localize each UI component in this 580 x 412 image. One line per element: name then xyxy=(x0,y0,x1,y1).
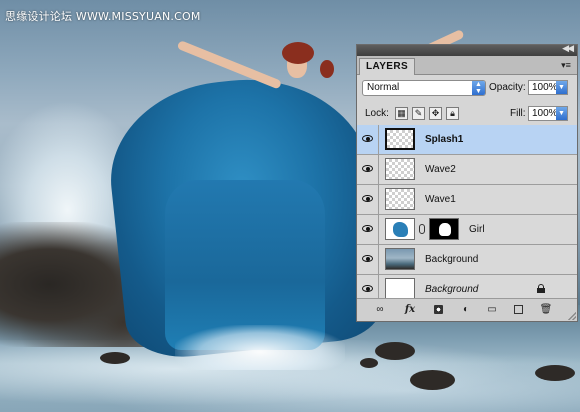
opacity-value: 100% xyxy=(532,82,558,93)
layers-list: Splash1 Wave2 Wave1 Girl Background Back… xyxy=(357,125,577,305)
lock-image-pixels-icon[interactable]: ✎ xyxy=(412,107,425,120)
layer-name: Background xyxy=(425,254,479,265)
layer-thumbnail xyxy=(385,158,415,180)
fill-label: Fill: xyxy=(510,108,526,119)
visibility-eye-icon[interactable] xyxy=(357,155,379,184)
layer-name: Splash1 xyxy=(425,134,464,145)
layer-row-splash1[interactable]: Splash1 xyxy=(357,125,577,155)
new-group-icon[interactable]: ▭ xyxy=(485,303,499,317)
layer-name: Girl xyxy=(469,224,485,235)
opacity-input[interactable]: 100% ▼ xyxy=(528,80,568,95)
rock xyxy=(535,365,575,381)
layer-row-background-copy[interactable]: Background xyxy=(357,245,577,275)
panel-footer: ∞ fx ◐ ▭ 🗑︎ xyxy=(357,298,577,321)
layer-lock-icon xyxy=(537,284,545,293)
opacity-label: Opacity: xyxy=(489,82,526,93)
lock-transparent-pixels-icon[interactable]: ▦ xyxy=(395,107,408,120)
layer-name: Wave2 xyxy=(425,164,456,175)
rock xyxy=(410,370,455,390)
layer-thumbnail xyxy=(385,128,415,150)
mask-link-icon[interactable] xyxy=(419,224,425,234)
panel-titlebar[interactable]: ◀◀ xyxy=(357,43,577,56)
layer-thumbnail xyxy=(385,188,415,210)
panel-tab-row: LAYERS ▾≡ xyxy=(357,56,577,75)
link-layers-icon[interactable]: ∞ xyxy=(373,303,387,317)
visibility-eye-icon[interactable] xyxy=(357,125,379,154)
layer-thumbnail xyxy=(385,248,415,270)
hair-bun xyxy=(320,60,334,78)
watermark-text: 思缘设计论坛 WWW.MISSYUAN.COM xyxy=(5,10,201,23)
lock-label: Lock: xyxy=(365,108,389,119)
updown-arrow-icon: ▲ ▼ xyxy=(472,81,485,95)
layer-row-girl[interactable]: Girl xyxy=(357,215,577,245)
lock-position-icon[interactable]: ✥ xyxy=(429,107,442,120)
hair xyxy=(282,42,314,64)
panel-menu-icon[interactable]: ▾≡ xyxy=(559,59,573,71)
lock-fill-row: Lock: ▦ ✎ ✥ 🔒︎ Fill: 100% ▼ xyxy=(357,101,577,128)
layer-style-fx-icon[interactable]: fx xyxy=(403,303,417,317)
layer-row-wave2[interactable]: Wave2 xyxy=(357,155,577,185)
layer-row-wave1[interactable]: Wave1 xyxy=(357,185,577,215)
add-mask-icon[interactable] xyxy=(431,303,445,317)
layer-name: Wave1 xyxy=(425,194,456,205)
lock-all-icon[interactable]: 🔒︎ xyxy=(446,107,459,120)
blend-opacity-row: Normal ▲ ▼ Opacity: 100% ▼ xyxy=(357,75,577,101)
fill-input[interactable]: 100% ▼ xyxy=(528,106,568,121)
fill-value: 100% xyxy=(532,108,558,119)
collapse-icon[interactable]: ◀◀ xyxy=(562,43,574,54)
layer-mask-thumbnail[interactable] xyxy=(429,218,459,240)
rock xyxy=(100,352,130,364)
tab-layers[interactable]: LAYERS xyxy=(359,58,416,75)
delete-layer-icon[interactable]: 🗑︎ xyxy=(539,303,553,317)
visibility-eye-icon[interactable] xyxy=(357,185,379,214)
rock xyxy=(360,358,378,368)
layer-thumbnail xyxy=(385,278,415,300)
blend-mode-value: Normal xyxy=(367,82,400,93)
visibility-eye-icon[interactable] xyxy=(357,245,379,274)
fill-dropdown-icon[interactable]: ▼ xyxy=(556,107,567,120)
layer-thumbnail xyxy=(385,218,415,240)
opacity-dropdown-icon[interactable]: ▼ xyxy=(556,81,567,94)
layers-panel: ◀◀ LAYERS ▾≡ Normal ▲ ▼ Opacity: 100% ▼ L… xyxy=(356,43,578,322)
rock xyxy=(375,342,415,360)
new-layer-icon[interactable] xyxy=(511,303,525,317)
resize-handle[interactable] xyxy=(568,312,576,320)
adjustment-layer-icon[interactable]: ◐ xyxy=(459,303,473,317)
visibility-eye-icon[interactable] xyxy=(357,215,379,244)
water-splash xyxy=(175,325,345,370)
blend-mode-select[interactable]: Normal ▲ ▼ xyxy=(362,80,486,96)
